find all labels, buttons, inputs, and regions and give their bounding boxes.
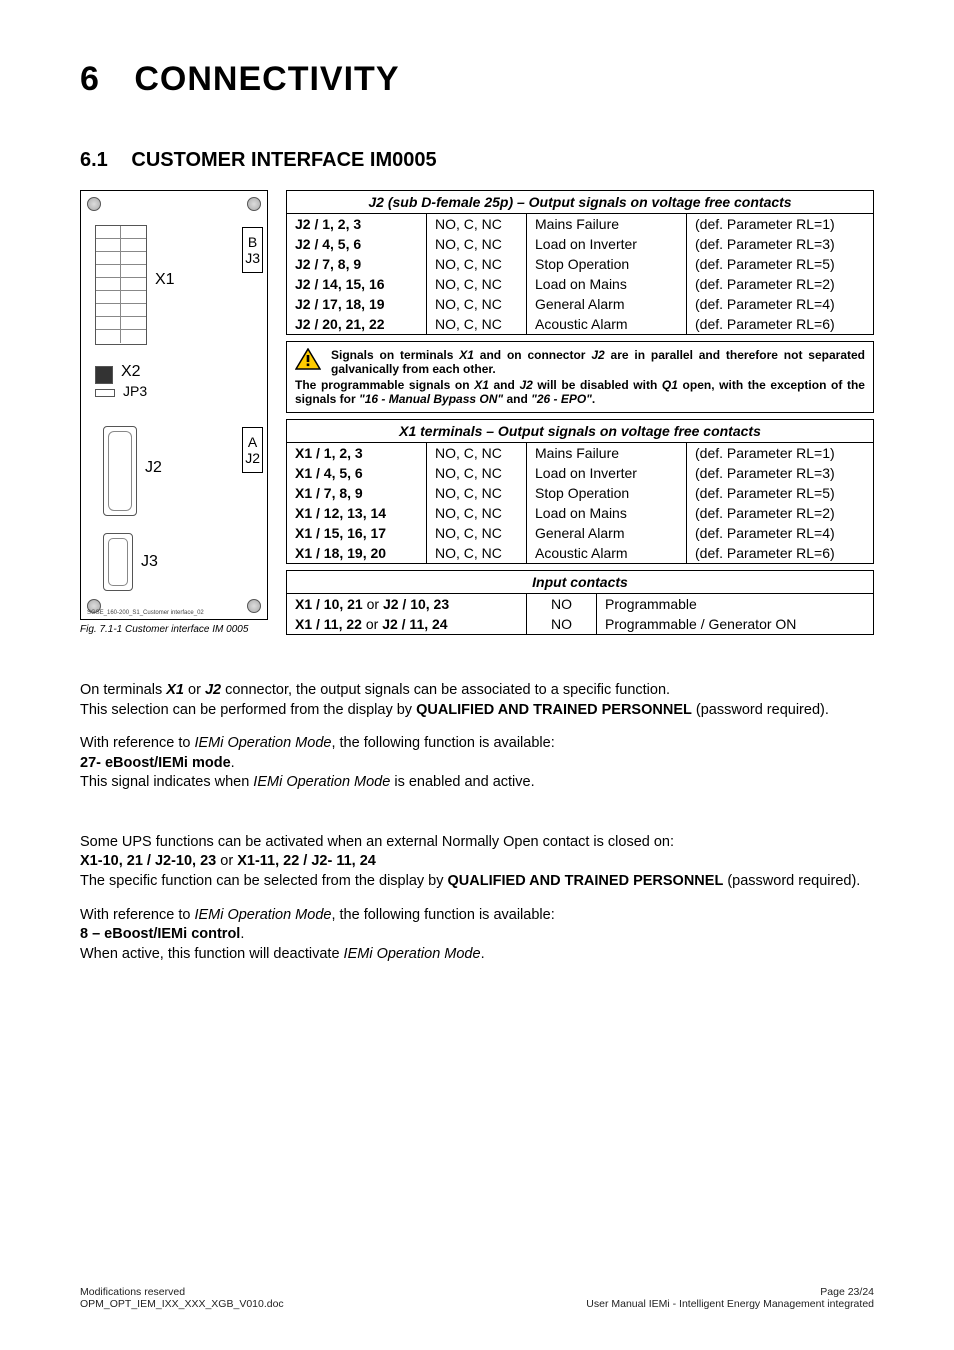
- table-cell: J2 / 14, 15, 16: [287, 274, 427, 294]
- table-cell: NO, C, NC: [427, 314, 527, 335]
- table-cell: NO, C, NC: [427, 523, 527, 543]
- footer-left-2: OPM_OPT_IEM_IXX_XXX_XGB_V010.doc: [80, 1298, 284, 1310]
- table-cell: Acoustic Alarm: [527, 314, 687, 335]
- table-cell: (def. Parameter RL=4): [687, 294, 874, 314]
- table-row: J2 / 4, 5, 6NO, C, NCLoad on Inverter(de…: [287, 234, 874, 254]
- table-cell: Mains Failure: [527, 443, 687, 464]
- table-cell: J2 / 7, 8, 9: [287, 254, 427, 274]
- table-cell: J2 / 17, 18, 19: [287, 294, 427, 314]
- table-row: J2 / 14, 15, 16NO, C, NCLoad on Mains(de…: [287, 274, 874, 294]
- table-row: X1 / 15, 16, 17NO, C, NCGeneral Alarm(de…: [287, 523, 874, 543]
- table-cell: Programmable / Generator ON: [597, 614, 874, 635]
- table-cell: Mains Failure: [527, 214, 687, 235]
- table-x1: X1 terminals – Output signals on voltage…: [286, 419, 874, 564]
- section-heading: 6.1 CUSTOMER INTERFACE IM0005: [80, 149, 874, 172]
- table-cell: (def. Parameter RL=1): [687, 214, 874, 235]
- table-cell: NO: [527, 594, 597, 615]
- table-cell: X1 / 1, 2, 3: [287, 443, 427, 464]
- table-cell: Load on Mains: [527, 274, 687, 294]
- table-cell: Acoustic Alarm: [527, 543, 687, 564]
- table-row: X1 / 10, 21 or J2 / 10, 23NOProgrammable: [287, 594, 874, 615]
- footer-right-2: User Manual IEMi - Intelligent Energy Ma…: [586, 1298, 874, 1310]
- table-row: J2 / 7, 8, 9NO, C, NCStop Operation(def.…: [287, 254, 874, 274]
- table-row: J2 / 17, 18, 19NO, C, NCGeneral Alarm(de…: [287, 294, 874, 314]
- fig-label-x2: X2: [121, 363, 141, 381]
- table-cell: NO, C, NC: [427, 503, 527, 523]
- chapter-heading: 6 CONNECTIVITY: [80, 60, 874, 99]
- fig-side-label-b: B J3: [242, 227, 263, 273]
- chapter-number: 6: [80, 60, 100, 99]
- figure-caption: Fig. 7.1-1 Customer interface IM 0005: [80, 624, 268, 635]
- table-cell: Load on Inverter: [527, 463, 687, 483]
- fig-label-jp3: JP3: [123, 383, 147, 399]
- footer-left-1: Modifications reserved: [80, 1286, 284, 1298]
- table-cell: (def. Parameter RL=5): [687, 254, 874, 274]
- table-row: X1 / 18, 19, 20NO, C, NCAcoustic Alarm(d…: [287, 543, 874, 564]
- table-j2-header: J2 (sub D-female 25p) – Output signals o…: [287, 191, 874, 214]
- warning-box: Signals on terminals X1 and on connector…: [286, 341, 874, 413]
- table-row: X1 / 12, 13, 14NO, C, NCLoad on Mains(de…: [287, 503, 874, 523]
- table-cell: NO: [527, 614, 597, 635]
- warning-icon: [295, 348, 321, 373]
- fig-label-j3: J3: [141, 553, 158, 571]
- table-row: J2 / 20, 21, 22NO, C, NCAcoustic Alarm(d…: [287, 314, 874, 335]
- table-cell: (def. Parameter RL=4): [687, 523, 874, 543]
- table-cell: (def. Parameter RL=1): [687, 443, 874, 464]
- table-cell: Stop Operation: [527, 254, 687, 274]
- table-cell: NO, C, NC: [427, 463, 527, 483]
- fig-side-label-a: A J2: [242, 427, 263, 473]
- table-cell: J2 / 4, 5, 6: [287, 234, 427, 254]
- table-cell: X1 / 7, 8, 9: [287, 483, 427, 503]
- section-title: CUSTOMER INTERFACE IM0005: [131, 149, 436, 171]
- table-cell: Load on Inverter: [527, 234, 687, 254]
- table-cell: NO, C, NC: [427, 294, 527, 314]
- table-input-header: Input contacts: [287, 571, 874, 594]
- table-row: X1 / 1, 2, 3NO, C, NCMains Failure(def. …: [287, 443, 874, 464]
- chapter-title: CONNECTIVITY: [134, 60, 399, 98]
- table-cell: (def. Parameter RL=2): [687, 274, 874, 294]
- body-text: On terminals X1 or J2 connector, the out…: [80, 681, 874, 964]
- table-cell: J2 / 20, 21, 22: [287, 314, 427, 335]
- table-j2: J2 (sub D-female 25p) – Output signals o…: [286, 190, 874, 335]
- table-cell: X1 / 15, 16, 17: [287, 523, 427, 543]
- table-row: X1 / 4, 5, 6NO, C, NCLoad on Inverter(de…: [287, 463, 874, 483]
- table-cell: J2 / 1, 2, 3: [287, 214, 427, 235]
- table-cell: Programmable: [597, 594, 874, 615]
- table-cell: NO, C, NC: [427, 443, 527, 464]
- fig-label-x1: X1: [155, 271, 175, 289]
- table-cell: X1 / 4, 5, 6: [287, 463, 427, 483]
- table-cell: NO, C, NC: [427, 234, 527, 254]
- table-cell: (def. Parameter RL=6): [687, 543, 874, 564]
- table-x1-header: X1 terminals – Output signals on voltage…: [287, 420, 874, 443]
- table-row: X1 / 7, 8, 9NO, C, NCStop Operation(def.…: [287, 483, 874, 503]
- table-input: Input contacts X1 / 10, 21 or J2 / 10, 2…: [286, 570, 874, 635]
- table-cell: (def. Parameter RL=3): [687, 234, 874, 254]
- table-cell: X1 / 12, 13, 14: [287, 503, 427, 523]
- table-cell: X1 / 18, 19, 20: [287, 543, 427, 564]
- table-cell: (def. Parameter RL=5): [687, 483, 874, 503]
- fig-label-j2: J2: [145, 459, 162, 477]
- table-cell: NO, C, NC: [427, 543, 527, 564]
- table-cell: NO, C, NC: [427, 483, 527, 503]
- table-cell: (def. Parameter RL=3): [687, 463, 874, 483]
- table-row: X1 / 11, 22 or J2 / 11, 24NOProgrammable…: [287, 614, 874, 635]
- table-cell: NO, C, NC: [427, 214, 527, 235]
- table-cell: General Alarm: [527, 294, 687, 314]
- table-cell: Load on Mains: [527, 503, 687, 523]
- footer-right-1: Page 23/24: [586, 1286, 874, 1298]
- table-cell: (def. Parameter RL=2): [687, 503, 874, 523]
- interface-diagram: X1 B J3 X2 JP3 J2 A J2 J3 SGSE_160-200_S…: [80, 190, 268, 620]
- table-cell: NO, C, NC: [427, 254, 527, 274]
- table-cell: General Alarm: [527, 523, 687, 543]
- figure-fine-print: SGSE_160-200_S1_Customer interface_02: [87, 610, 204, 616]
- table-cell: NO, C, NC: [427, 274, 527, 294]
- table-cell: X1 / 11, 22 or J2 / 11, 24: [287, 614, 527, 635]
- table-row: J2 / 1, 2, 3NO, C, NCMains Failure(def. …: [287, 214, 874, 235]
- table-cell: (def. Parameter RL=6): [687, 314, 874, 335]
- table-cell: X1 / 10, 21 or J2 / 10, 23: [287, 594, 527, 615]
- table-cell: Stop Operation: [527, 483, 687, 503]
- section-number: 6.1: [80, 149, 108, 172]
- page-footer: Modifications reserved OPM_OPT_IEM_IXX_X…: [80, 1286, 874, 1310]
